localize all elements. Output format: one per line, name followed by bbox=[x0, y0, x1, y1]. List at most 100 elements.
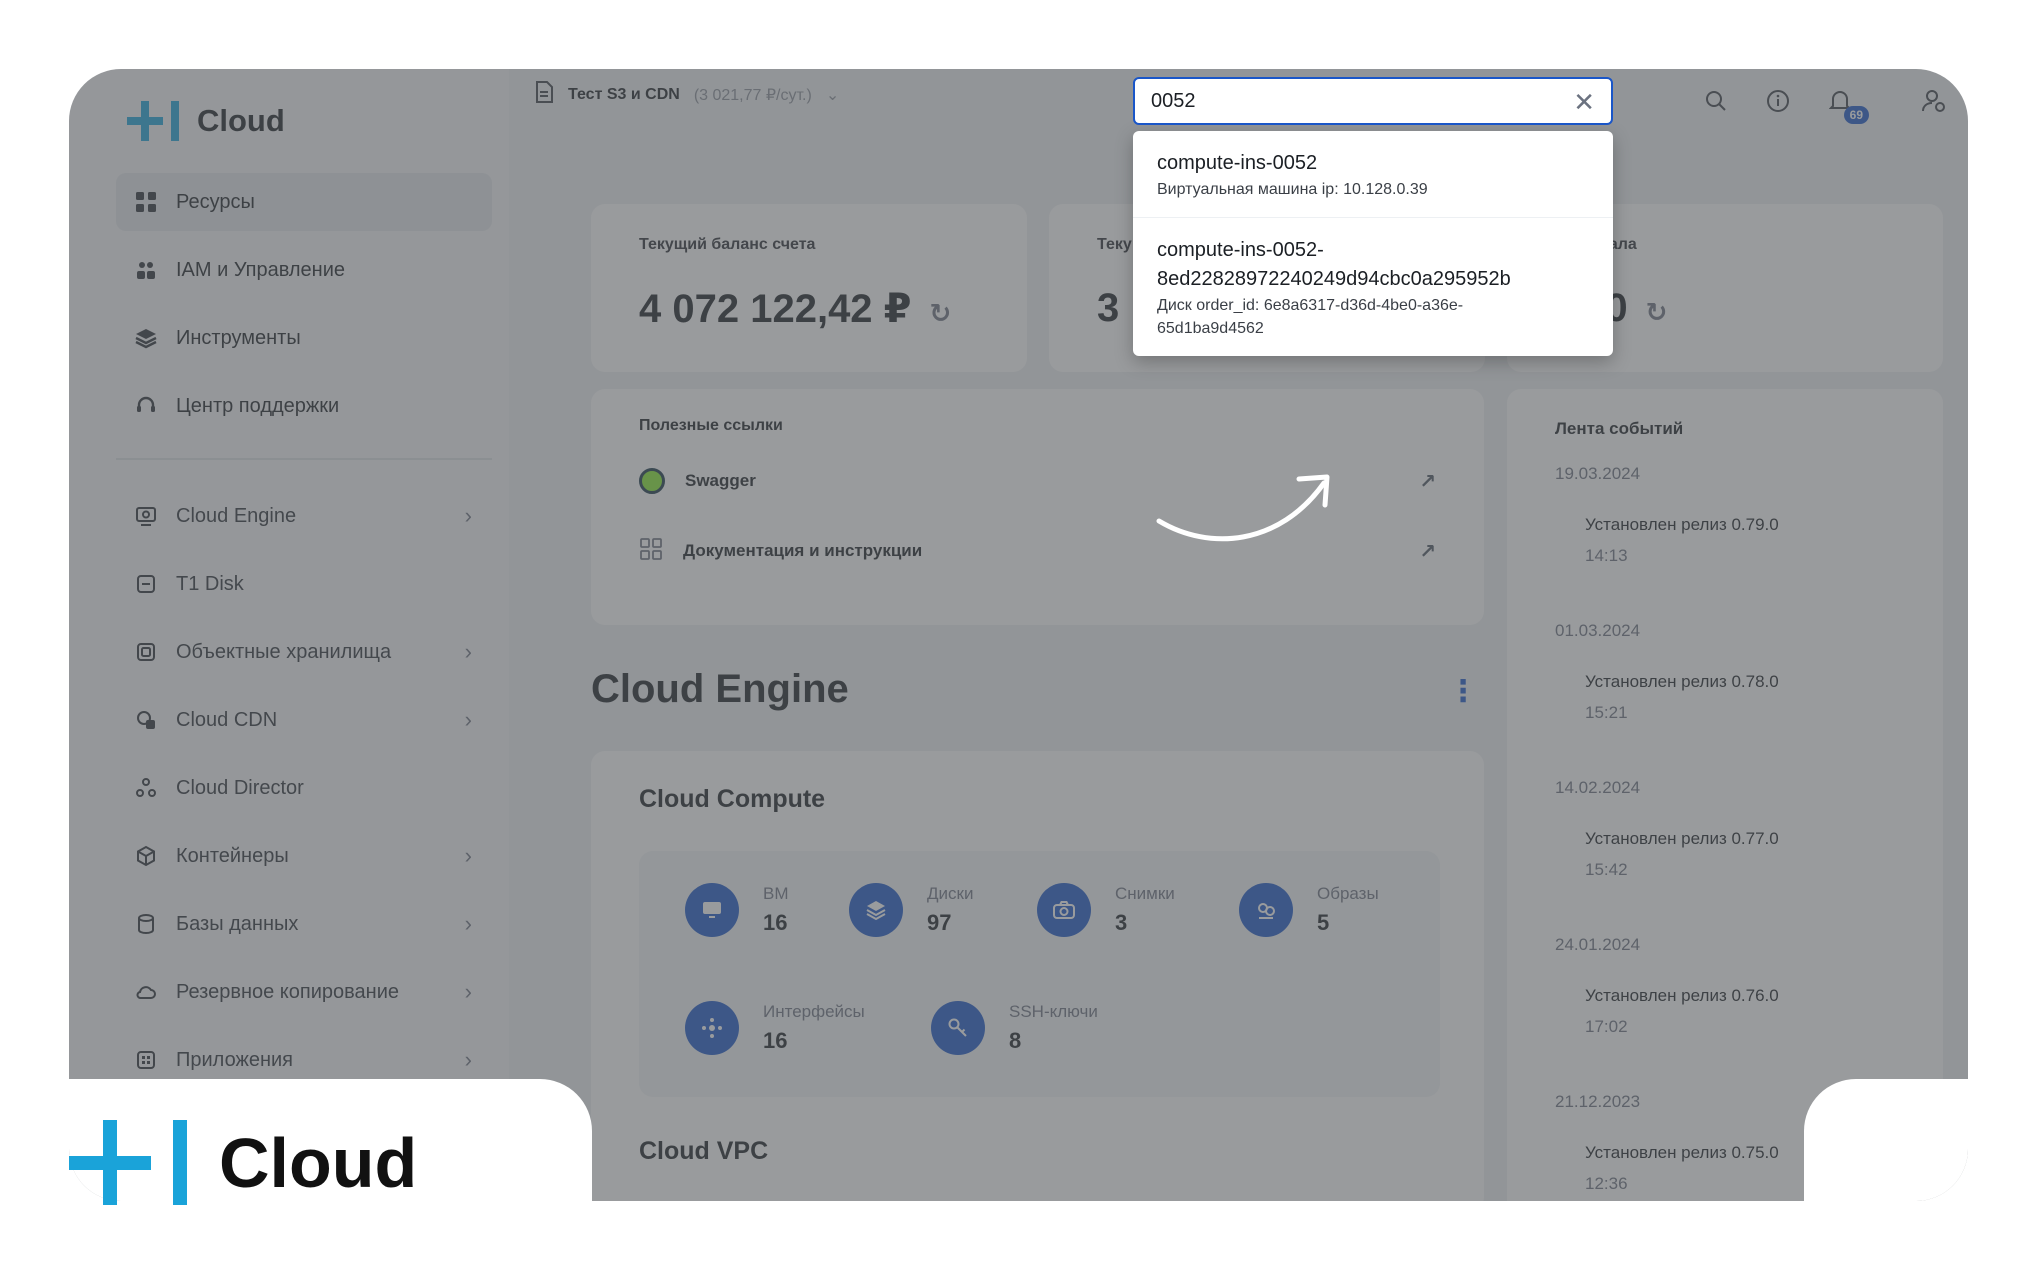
sidebar-item-label: Резервное копирование bbox=[176, 980, 400, 1003]
monitor-icon bbox=[685, 883, 739, 937]
sidebar-item-iam[interactable]: IAM и Управление bbox=[116, 241, 492, 299]
search-result[interactable]: compute-ins-0052 Виртуальная машина ip: … bbox=[1133, 131, 1613, 217]
bell-icon[interactable]: 69 bbox=[1823, 84, 1869, 124]
balance-card: Текущий баланс счета 4 072 122,42 ₽ ↻ bbox=[591, 204, 1027, 372]
chevron-right-icon: › bbox=[464, 979, 472, 1004]
balance-label: Текущий баланс счета bbox=[639, 236, 816, 253]
director-icon bbox=[134, 776, 158, 800]
project-name: Тест S3 и CDN bbox=[568, 85, 680, 103]
link-label: Документация и инструкции bbox=[683, 541, 923, 560]
sidebar-item-containers[interactable]: Контейнеры › bbox=[116, 827, 492, 885]
result-subtitle: Диск order_id: 6e8a6317-d36d-4be0-a36e- … bbox=[1157, 297, 1464, 337]
result-title: compute-ins-0052 bbox=[1157, 152, 1318, 174]
stat-disks[interactable]: Диски 97 bbox=[849, 883, 973, 937]
user-settings-icon[interactable] bbox=[1917, 84, 1951, 118]
camera-icon bbox=[1037, 883, 1091, 937]
search-icon[interactable] bbox=[1699, 84, 1733, 118]
app-logo[interactable]: Cloud bbox=[127, 101, 285, 141]
sidebar-item-cloud-engine[interactable]: Cloud Engine › bbox=[116, 487, 492, 545]
event-text: Установлен релиз 0.76.0 bbox=[1585, 986, 1779, 1005]
sidebar-item-resources[interactable]: Ресурсы bbox=[116, 173, 492, 231]
sidebar-item-label: Приложения bbox=[176, 1048, 294, 1071]
stat-images[interactable]: Образы 5 bbox=[1239, 883, 1379, 937]
search-input[interactable]: 0052 ✕ bbox=[1133, 77, 1613, 125]
sidebar: Cloud Ресурсы IAM и Управление Инструмен… bbox=[69, 69, 509, 1201]
balance-value-wrap: 4 072 122,42 ₽ ↻ bbox=[639, 286, 951, 332]
chevron-right-icon: › bbox=[464, 1047, 472, 1072]
result-subtitle: Виртуальная машина ip: 10.128.0.39 bbox=[1157, 181, 1428, 198]
logo-mark-icon bbox=[127, 101, 183, 141]
event-time: 12:36 bbox=[1585, 1174, 1628, 1193]
search-result[interactable]: compute-ins-0052- 8ed22828972240249d94cb… bbox=[1133, 217, 1613, 356]
second-stat-value: 3 bbox=[1097, 286, 1120, 330]
search-results: compute-ins-0052 Виртуальная машина ip: … bbox=[1133, 131, 1613, 356]
info-icon[interactable] bbox=[1761, 84, 1795, 118]
event-date: 19.03.2024 bbox=[1555, 464, 1641, 483]
logo-mark-icon bbox=[69, 1120, 187, 1205]
close-icon[interactable]: ✕ bbox=[1573, 87, 1595, 118]
stat-value: 3 bbox=[1115, 910, 1128, 935]
stat-label: ВМ bbox=[763, 884, 789, 903]
stat-value: 16 bbox=[763, 1028, 788, 1053]
key-icon bbox=[931, 1001, 985, 1055]
event-text: Установлен релиз 0.75.0 bbox=[1585, 1143, 1779, 1162]
event-date: 14.02.2024 bbox=[1555, 778, 1641, 797]
stat-label: Снимки bbox=[1115, 884, 1175, 903]
stat-value: 97 bbox=[927, 910, 952, 935]
sidebar-divider bbox=[116, 458, 492, 460]
sidebar-item-label: Объектные хранилища bbox=[176, 640, 392, 663]
sidebar-item-label: Cloud Engine bbox=[176, 504, 297, 527]
sidebar-item-label: Cloud CDN bbox=[176, 708, 278, 731]
stat-label: SSH-ключи bbox=[1009, 1002, 1098, 1021]
top-icons: 69 ИЕ bbox=[1699, 79, 1968, 124]
network-icon bbox=[685, 1001, 739, 1055]
sidebar-item-cloud-cdn[interactable]: Cloud CDN › bbox=[116, 691, 492, 749]
event-time: 14:13 bbox=[1585, 546, 1628, 565]
chevron-right-icon: › bbox=[464, 707, 472, 732]
stat-label: Диски bbox=[927, 884, 974, 903]
search-query: 0052 bbox=[1151, 89, 1196, 112]
second-stat-label: Теку bbox=[1097, 236, 1132, 253]
users-icon bbox=[134, 258, 158, 282]
sidebar-item-cloud-director[interactable]: Cloud Director bbox=[116, 759, 492, 817]
event-time: 17:02 bbox=[1585, 1017, 1628, 1036]
stat-label: Образы bbox=[1317, 884, 1379, 903]
stat-vm[interactable]: ВМ 16 bbox=[685, 883, 789, 937]
sidebar-item-label: Ресурсы bbox=[176, 190, 255, 213]
disk-icon bbox=[134, 572, 158, 596]
sidebar-item-label: Контейнеры bbox=[176, 844, 289, 867]
chevron-right-icon: › bbox=[464, 843, 472, 868]
sidebar-item-label: Инструменты bbox=[176, 326, 301, 349]
external-link-icon: ↗ bbox=[1419, 540, 1436, 563]
project-selector[interactable]: Тест S3 и CDN (3 021,77 ₽/сут.) ⌄ bbox=[534, 81, 839, 108]
refresh-icon[interactable]: ↻ bbox=[930, 298, 952, 328]
event-time: 15:21 bbox=[1585, 703, 1628, 722]
sidebar-item-support[interactable]: Центр поддержки bbox=[116, 377, 492, 435]
chevron-right-icon: › bbox=[464, 503, 472, 528]
grid-icon bbox=[134, 190, 158, 214]
sidebar-item-databases[interactable]: Базы данных › bbox=[116, 895, 492, 953]
link-label: Swagger bbox=[685, 471, 756, 490]
image-icon bbox=[1239, 883, 1293, 937]
stat-ssh-keys[interactable]: SSH-ключи 8 bbox=[931, 1001, 1098, 1055]
chevron-right-icon: › bbox=[464, 911, 472, 936]
chevron-down-icon: ⌄ bbox=[825, 86, 840, 104]
cdn-icon bbox=[134, 708, 158, 732]
sidebar-item-tools[interactable]: Инструменты bbox=[116, 309, 492, 367]
docs-grid-icon bbox=[639, 537, 663, 566]
notification-badge: 69 bbox=[1843, 106, 1869, 124]
stat-interfaces[interactable]: Интерфейсы 16 bbox=[685, 1001, 865, 1055]
chevron-right-icon: › bbox=[464, 639, 472, 664]
global-search: 0052 ✕ compute-ins-0052 Виртуальная маши… bbox=[1133, 77, 1613, 356]
stat-snapshots[interactable]: Снимки 3 bbox=[1037, 883, 1175, 937]
kebab-menu-icon[interactable]: ⋮ bbox=[1448, 674, 1478, 709]
stat-value: 16 bbox=[763, 910, 788, 935]
sidebar-item-object-storage[interactable]: Объектные хранилища › bbox=[116, 623, 492, 681]
disks-icon bbox=[849, 883, 903, 937]
container-icon bbox=[134, 844, 158, 868]
database-icon bbox=[134, 912, 158, 936]
sidebar-item-backup[interactable]: Резервное копирование › bbox=[116, 963, 492, 1021]
refresh-icon[interactable]: ↻ bbox=[1646, 297, 1668, 327]
section-title: Cloud Engine bbox=[591, 667, 849, 711]
sidebar-item-t1-disk[interactable]: T1 Disk bbox=[116, 555, 492, 613]
